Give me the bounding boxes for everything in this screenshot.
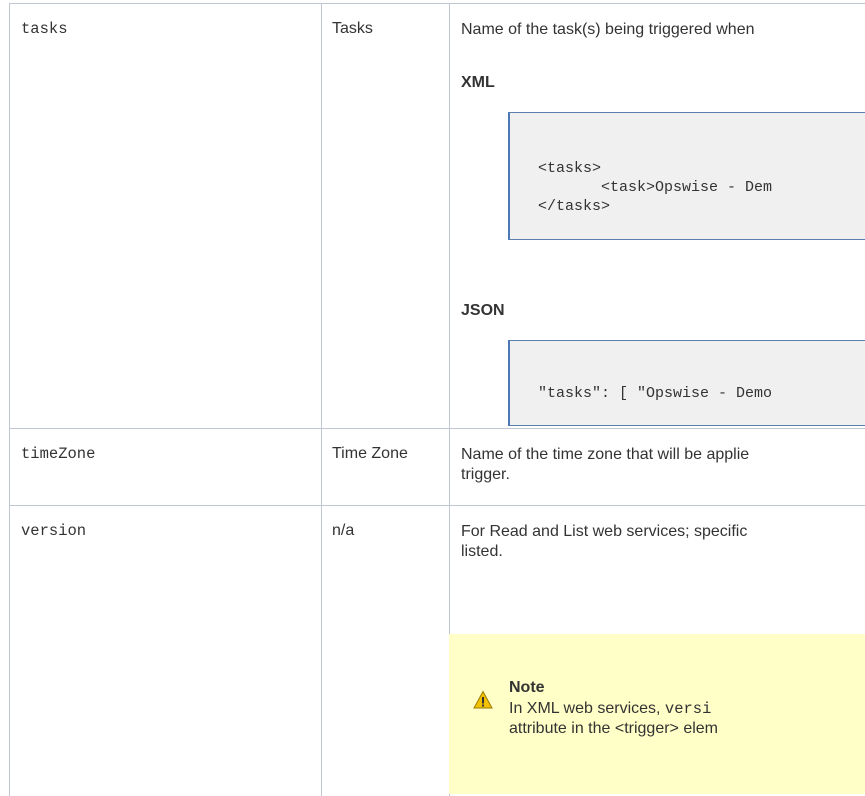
field-name-cell: version xyxy=(10,506,322,796)
note-code: versi xyxy=(664,700,712,718)
description-cell: Name of the time zone that will be appli… xyxy=(450,429,865,505)
note-text: In XML web services, xyxy=(509,700,665,717)
code-line: <task>Opswise - Dem xyxy=(538,179,773,196)
warning-icon xyxy=(473,690,493,709)
description-line: For Read and List web services; specific xyxy=(461,523,748,540)
ui-label: Tasks xyxy=(332,20,373,37)
note-line: In XML web services, versi xyxy=(509,700,711,718)
note-panel: Note In XML web services, versi attribut… xyxy=(449,634,865,794)
description-text: Name of the task(s) being triggered when xyxy=(461,21,755,38)
ui-label-cell: Time Zone xyxy=(322,429,450,505)
description-line: trigger. xyxy=(461,466,510,483)
json-heading: JSON xyxy=(461,302,505,319)
code-line: "tasks": [ "Opswise - Demo xyxy=(538,385,773,402)
field-name: tasks xyxy=(21,20,68,38)
code-line: <tasks> xyxy=(538,160,602,177)
description-cell: Name of the task(s) being triggered when… xyxy=(450,4,865,428)
ui-label: Time Zone xyxy=(332,445,408,462)
ui-label-cell: n/a xyxy=(322,506,450,796)
description-line: Name of the time zone that will be appli… xyxy=(461,446,750,463)
note-line: attribute in the <trigger> elem xyxy=(509,720,719,737)
field-name: timeZone xyxy=(21,445,96,463)
description-line: listed. xyxy=(461,543,503,560)
ui-label: n/a xyxy=(332,522,355,539)
code-line: </tasks> xyxy=(538,198,611,215)
field-name-cell: tasks xyxy=(10,4,322,428)
field-name: version xyxy=(21,522,87,540)
table-row-tasks: tasks Tasks Name of the task(s) being tr… xyxy=(10,4,865,429)
xml-code-block: <tasks> <task>Opswise - Dem </tasks> xyxy=(508,112,865,240)
xml-heading: XML xyxy=(461,74,495,91)
table-row-timezone: timeZone Time Zone Name of the time zone… xyxy=(10,429,865,506)
note-title: Note xyxy=(509,679,545,696)
ui-label-cell: Tasks xyxy=(322,4,450,428)
json-code-block: "tasks": [ "Opswise - Demo xyxy=(508,340,865,426)
field-name-cell: timeZone xyxy=(10,429,322,505)
